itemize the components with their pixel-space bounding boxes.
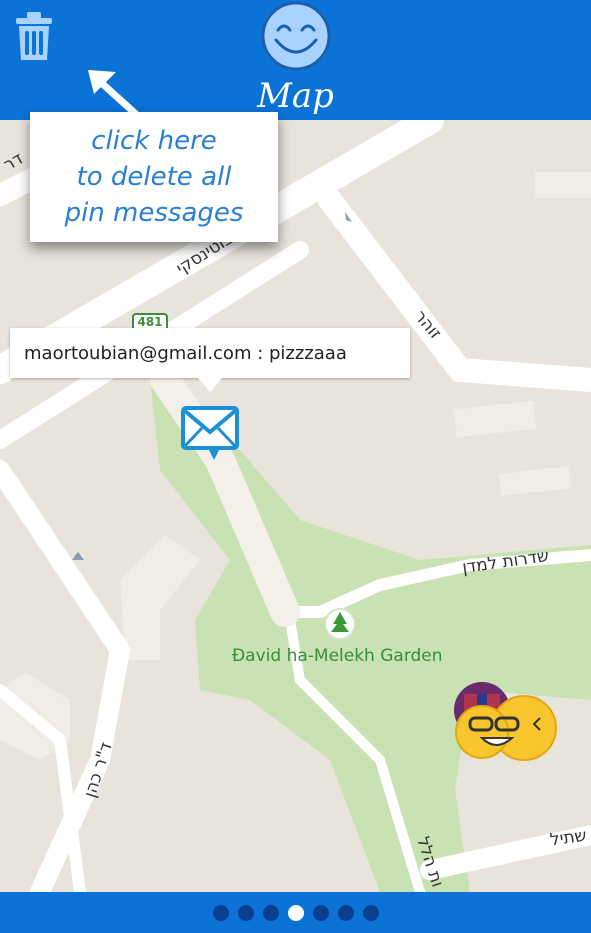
- delete-hint-tooltip: click here to delete all pin messages: [30, 112, 278, 242]
- delete-hint-text: click here to delete all pin messages: [64, 126, 244, 228]
- trash-icon[interactable]: [14, 10, 54, 62]
- route-shield-label: 481: [137, 315, 163, 329]
- pin-message-bubble[interactable]: maortoubian@gmail.com : pizzzaaa: [10, 328, 410, 378]
- page-dot[interactable]: [212, 904, 229, 921]
- page-dot[interactable]: [312, 904, 329, 921]
- page-dot-active[interactable]: [287, 904, 304, 921]
- page-dot[interactable]: [362, 904, 379, 921]
- page-dot[interactable]: [237, 904, 254, 921]
- smiley-face-icon: [260, 0, 332, 72]
- page-dot[interactable]: [337, 904, 354, 921]
- pin-message-text: maortoubian@gmail.com : pizzzaaa: [24, 342, 347, 364]
- user-avatars-icon[interactable]: [452, 682, 562, 762]
- garden-label: Đavid ha-Melekh Garden: [232, 646, 443, 666]
- bubble-tail: [198, 378, 222, 392]
- page-indicator: [0, 892, 591, 933]
- page-dot[interactable]: [262, 904, 279, 921]
- envelope-icon[interactable]: [180, 404, 240, 464]
